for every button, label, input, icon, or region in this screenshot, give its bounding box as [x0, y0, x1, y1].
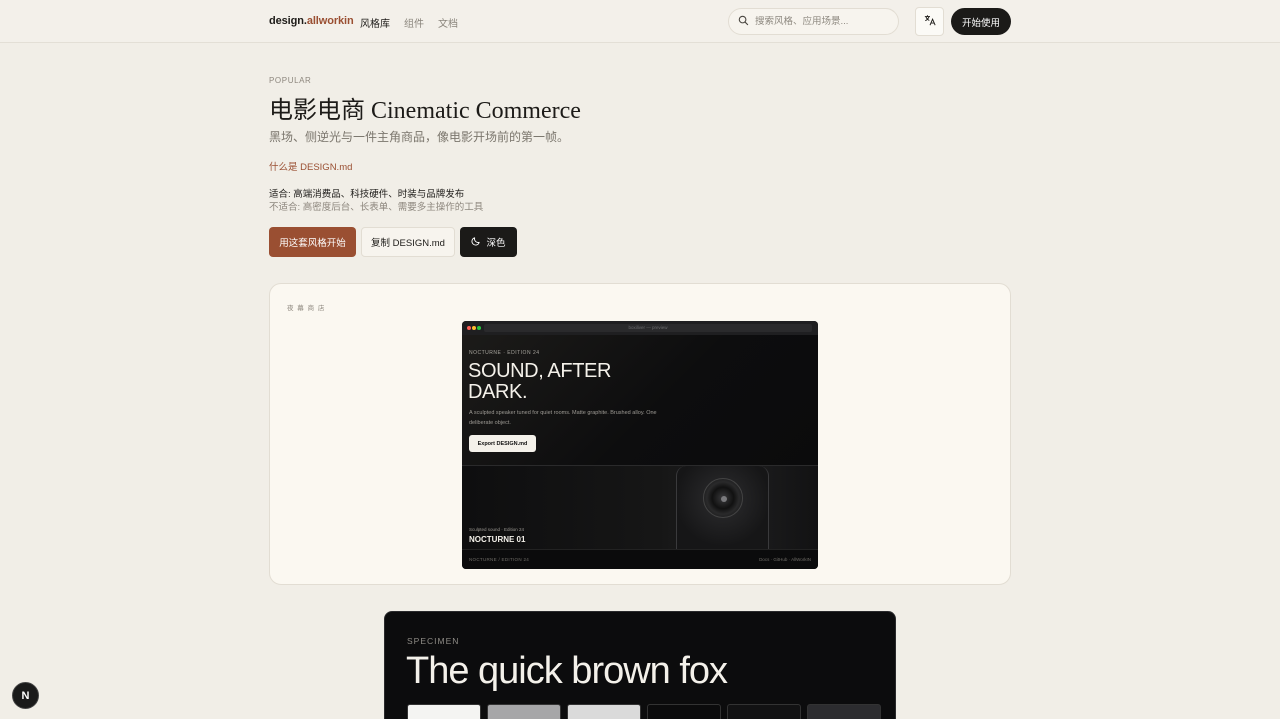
preview-hero: NOCTURNE · EDITION 24 SOUND, AFTER DARK.… — [462, 335, 818, 465]
color-swatch[interactable] — [647, 704, 721, 719]
main-nav: 风格库 组件 文档 — [360, 15, 458, 30]
search-input[interactable] — [755, 16, 895, 27]
preview-browser-window[interactable]: boxiliver — preview NOCTURNE · EDITION 2… — [462, 321, 818, 569]
product-subtitle: Sculpted sound · Edition 24 — [469, 527, 525, 532]
color-swatch[interactable] — [807, 704, 881, 719]
speaker-driver — [703, 478, 743, 518]
logo[interactable]: design.allworkin — [269, 15, 354, 27]
logo-accent: allworkin — [306, 15, 354, 27]
page-subtitle: 黑场、侧逆光与一件主角商品，像电影开场前的第一帧。 — [269, 130, 570, 144]
export-design-md-button[interactable]: Export DESIGN.md — [469, 435, 536, 452]
preview-footer-left: NOCTURNE / EDITION 24 — [469, 557, 530, 562]
language-button[interactable] — [915, 7, 944, 36]
color-swatch[interactable] — [487, 704, 561, 719]
preview-headline: SOUND, AFTER DARK. — [468, 360, 611, 403]
nextjs-dev-badge[interactable]: N — [12, 682, 39, 709]
preview-footer-links[interactable]: Docs · GitHub · AllWorkIN — [759, 557, 811, 562]
page-title: 电影电商 Cinematic Commerce — [269, 98, 581, 124]
specimen-title: The quick brown fox — [406, 650, 728, 692]
what-is-design-md-link[interactable]: 什么是 DESIGN.md — [269, 159, 352, 173]
close-dot-icon — [467, 326, 471, 330]
minimize-dot-icon — [472, 326, 476, 330]
nav-item-docs[interactable]: 文档 — [438, 15, 458, 30]
browser-url: boxiliver — preview — [484, 324, 812, 332]
speaker-image — [676, 466, 769, 550]
copy-design-md-button[interactable]: 复制 DESIGN.md — [361, 227, 455, 257]
suitable-for-text: 适合: 高端消费品、科技硬件、时装与品牌发布 — [269, 189, 465, 200]
type-specimen-card: SPECIMEN The quick brown fox — [384, 611, 896, 719]
browser-title-bar: boxiliver — preview — [462, 321, 818, 335]
specimen-label: SPECIMEN — [407, 636, 460, 646]
category-eyebrow: POPULAR — [269, 76, 312, 85]
search-icon — [738, 13, 749, 31]
product-name: NOCTURNE 01 — [469, 535, 526, 544]
get-started-button[interactable]: 开始使用 — [951, 8, 1011, 35]
color-swatches — [407, 704, 881, 719]
preview-description: A sculpted speaker tuned for quiet rooms… — [469, 410, 657, 426]
preview-footer: NOCTURNE / EDITION 24 Docs · GitHub · Al… — [462, 549, 818, 569]
not-suitable-for-text: 不适合: 高密度后台、长表单、需要多主操作的工具 — [269, 202, 484, 213]
maximize-dot-icon — [477, 326, 481, 330]
preview-label: 夜 幕 商 店 — [287, 305, 326, 312]
logo-main: design. — [269, 15, 307, 27]
color-swatch[interactable] — [727, 704, 801, 719]
search-box[interactable] — [728, 8, 899, 35]
use-style-button[interactable]: 用这套风格开始 — [269, 227, 356, 257]
dark-mode-button[interactable]: 深色 — [460, 227, 517, 257]
nav-item-styles[interactable]: 风格库 — [360, 15, 390, 30]
translate-icon — [924, 14, 936, 29]
color-swatch[interactable] — [407, 704, 481, 719]
moon-icon — [471, 236, 481, 249]
dark-mode-label: 深色 — [486, 238, 506, 249]
top-nav-bar: design.allworkin 风格库 组件 文档 开始使用 — [0, 0, 1280, 43]
speaker-center — [721, 496, 727, 502]
preview-edition: NOCTURNE · EDITION 24 — [469, 350, 540, 356]
nav-item-components[interactable]: 组件 — [404, 15, 424, 30]
preview-product: Sculpted sound · Edition 24 NOCTURNE 01 — [462, 465, 818, 550]
style-preview-card: 夜 幕 商 店 boxiliver — preview NOCTURNE · E… — [269, 283, 1011, 585]
color-swatch[interactable] — [567, 704, 641, 719]
